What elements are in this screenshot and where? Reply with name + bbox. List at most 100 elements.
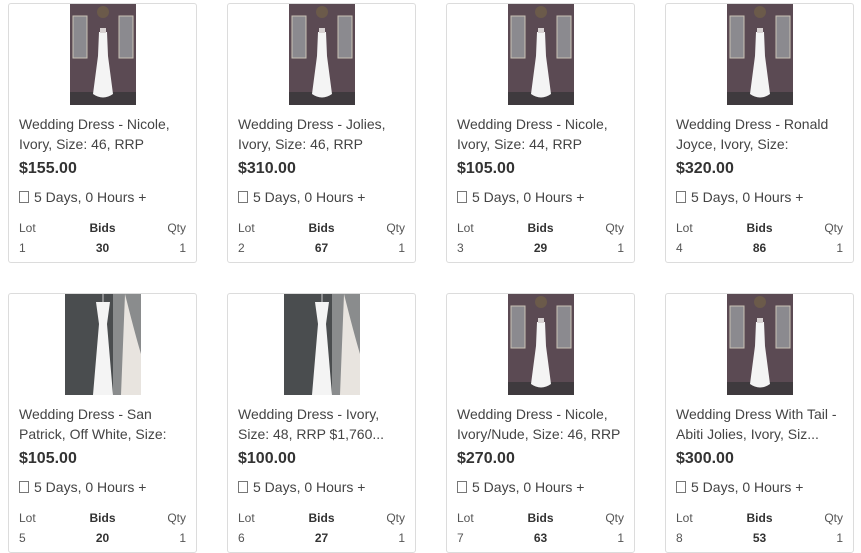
dress-photo[interactable] (507, 294, 574, 395)
bid-count: 27 (314, 531, 329, 545)
bid-count: 29 (533, 241, 548, 255)
clock-icon (238, 191, 248, 203)
quantity: 1 (398, 241, 405, 255)
time-remaining-text: 5 Days, 0 Hours + (253, 189, 366, 205)
time-remaining: 5 Days, 0 Hours + (457, 479, 584, 495)
qty-header: Qty (167, 511, 186, 525)
lot-number: 6 (238, 531, 245, 545)
lot-title[interactable]: Wedding Dress - Ivory, Size: 48, RRP $1,… (238, 404, 410, 444)
quantity: 1 (617, 531, 624, 545)
bid-count: 53 (752, 531, 767, 545)
time-remaining-text: 5 Days, 0 Hours + (472, 189, 585, 205)
clock-icon (676, 481, 686, 493)
lot-stats: Lot 1 Bids 30 Qty 1 (19, 218, 186, 255)
lot-price: $155.00 (19, 160, 77, 177)
time-remaining: 5 Days, 0 Hours + (457, 189, 584, 205)
time-remaining: 5 Days, 0 Hours + (19, 479, 146, 495)
quantity: 1 (179, 531, 186, 545)
lot-header: Lot (457, 511, 474, 525)
lot-stats: Lot 3 Bids 29 Qty 1 (457, 218, 624, 255)
dress-photo[interactable] (64, 294, 141, 395)
dress-photo[interactable] (288, 4, 355, 105)
lot-number: 2 (238, 241, 245, 255)
lot-number: 8 (676, 531, 683, 545)
lot-header: Lot (238, 511, 255, 525)
lot-price: $270.00 (457, 450, 515, 467)
time-remaining: 5 Days, 0 Hours + (676, 189, 803, 205)
lot-title[interactable]: Wedding Dress - Nicole, Ivory, Size: 46,… (19, 114, 191, 154)
bids-header: Bids (527, 511, 554, 525)
quantity: 1 (836, 241, 843, 255)
dress-photo[interactable] (507, 4, 574, 105)
quantity: 1 (179, 241, 186, 255)
quantity: 1 (398, 531, 405, 545)
bids-header: Bids (746, 221, 773, 235)
lot-number: 1 (19, 241, 26, 255)
qty-header: Qty (824, 511, 843, 525)
bid-count: 63 (533, 531, 548, 545)
lot-header: Lot (238, 221, 255, 235)
lot-stats: Lot 5 Bids 20 Qty 1 (19, 508, 186, 545)
lot-grid: Wedding Dress - Nicole, Ivory, Size: 46,… (0, 0, 861, 553)
bid-count: 30 (95, 241, 110, 255)
clock-icon (457, 481, 467, 493)
lot-card-8[interactable]: Wedding Dress With Tail - Abiti Jolies, … (665, 293, 854, 553)
lot-stats: Lot 4 Bids 86 Qty 1 (676, 218, 843, 255)
bids-header: Bids (89, 221, 116, 235)
lot-title[interactable]: Wedding Dress - San Patrick, Off White, … (19, 404, 191, 444)
lot-card-6[interactable]: Wedding Dress - Ivory, Size: 48, RRP $1,… (227, 293, 416, 553)
lot-title[interactable]: Wedding Dress - Nicole, Ivory/Nude, Size… (457, 404, 629, 444)
lot-title[interactable]: Wedding Dress - Nicole, Ivory, Size: 44,… (457, 114, 629, 154)
time-remaining-text: 5 Days, 0 Hours + (472, 479, 585, 495)
bid-count: 67 (314, 241, 329, 255)
time-remaining: 5 Days, 0 Hours + (238, 189, 365, 205)
clock-icon (676, 191, 686, 203)
lot-card-1[interactable]: Wedding Dress - Nicole, Ivory, Size: 46,… (8, 3, 197, 263)
lot-card-2[interactable]: Wedding Dress - Jolies, Ivory, Size: 46,… (227, 3, 416, 263)
dress-photo[interactable] (283, 294, 360, 395)
lot-card-4[interactable]: Wedding Dress - Ronald Joyce, Ivory, Siz… (665, 3, 854, 263)
quantity: 1 (617, 241, 624, 255)
lot-title[interactable]: Wedding Dress - Ronald Joyce, Ivory, Siz… (676, 114, 848, 154)
bid-count: 86 (752, 241, 767, 255)
lot-card-7[interactable]: Wedding Dress - Nicole, Ivory/Nude, Size… (446, 293, 635, 553)
bids-header: Bids (89, 511, 116, 525)
qty-header: Qty (824, 221, 843, 235)
lot-price: $300.00 (676, 450, 734, 467)
time-remaining: 5 Days, 0 Hours + (19, 189, 146, 205)
lot-header: Lot (19, 221, 36, 235)
time-remaining: 5 Days, 0 Hours + (238, 479, 365, 495)
qty-header: Qty (605, 511, 624, 525)
bid-count: 20 (95, 531, 110, 545)
lot-stats: Lot 2 Bids 67 Qty 1 (238, 218, 405, 255)
lot-number: 7 (457, 531, 464, 545)
dress-photo[interactable] (69, 4, 136, 105)
lot-header: Lot (457, 221, 474, 235)
bids-header: Bids (746, 511, 773, 525)
time-remaining-text: 5 Days, 0 Hours + (691, 479, 804, 495)
time-remaining-text: 5 Days, 0 Hours + (34, 189, 147, 205)
clock-icon (457, 191, 467, 203)
lot-card-5[interactable]: Wedding Dress - San Patrick, Off White, … (8, 293, 197, 553)
lot-price: $320.00 (676, 160, 734, 177)
qty-header: Qty (167, 221, 186, 235)
lot-header: Lot (19, 511, 36, 525)
qty-header: Qty (605, 221, 624, 235)
lot-card-3[interactable]: Wedding Dress - Nicole, Ivory, Size: 44,… (446, 3, 635, 263)
lot-title[interactable]: Wedding Dress - Jolies, Ivory, Size: 46,… (238, 114, 410, 154)
lot-number: 4 (676, 241, 683, 255)
lot-title[interactable]: Wedding Dress With Tail - Abiti Jolies, … (676, 404, 848, 444)
dress-photo[interactable] (726, 294, 793, 395)
lot-stats: Lot 6 Bids 27 Qty 1 (238, 508, 405, 545)
bids-header: Bids (308, 221, 335, 235)
time-remaining-text: 5 Days, 0 Hours + (691, 189, 804, 205)
bids-header: Bids (308, 511, 335, 525)
qty-header: Qty (386, 511, 405, 525)
clock-icon (19, 191, 29, 203)
qty-header: Qty (386, 221, 405, 235)
lot-header: Lot (676, 221, 693, 235)
lot-header: Lot (676, 511, 693, 525)
dress-photo[interactable] (726, 4, 793, 105)
lot-number: 5 (19, 531, 26, 545)
lot-stats: Lot 8 Bids 53 Qty 1 (676, 508, 843, 545)
